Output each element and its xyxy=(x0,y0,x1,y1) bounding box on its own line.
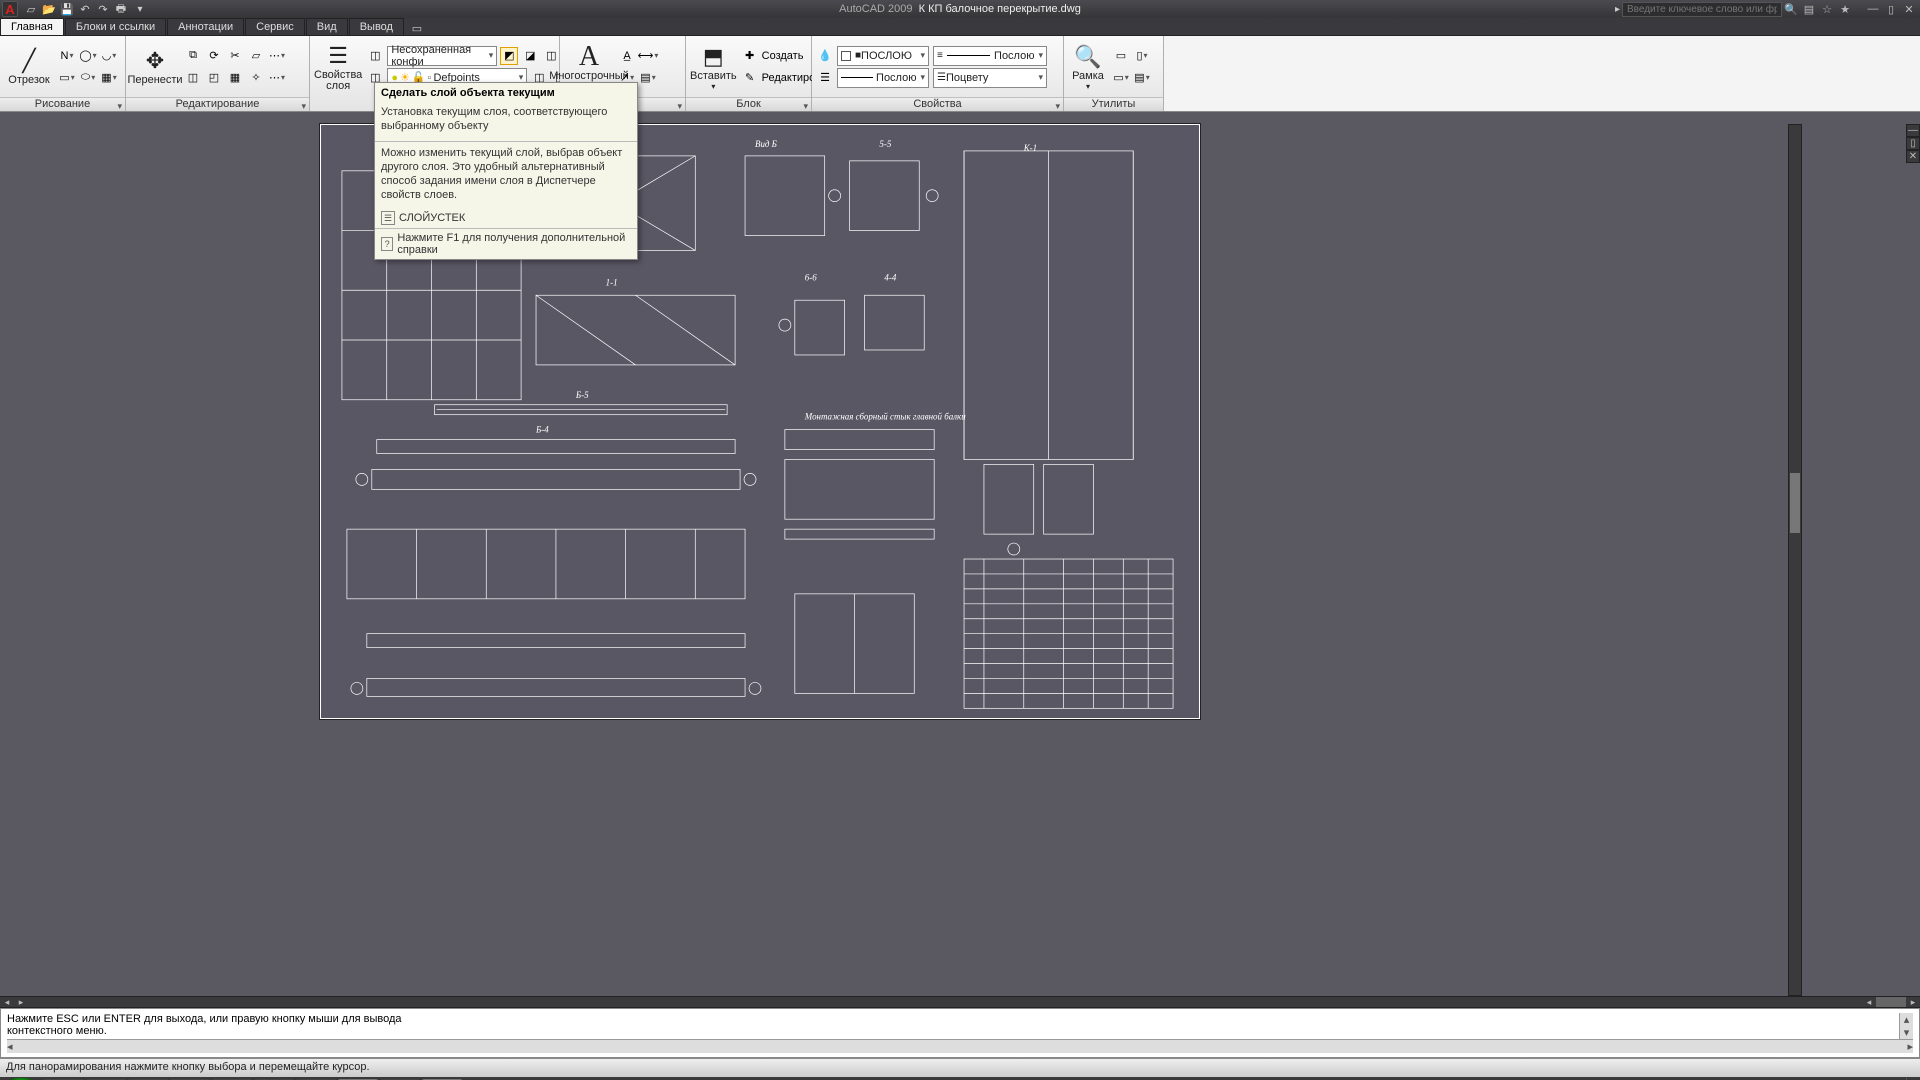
trim-icon[interactable]: ✂ xyxy=(226,47,244,65)
color-combo[interactable]: ■ ПОСЛОЮ▾ xyxy=(837,46,929,66)
print-icon[interactable]: 🖶 xyxy=(113,1,129,17)
rotate-icon[interactable]: ⟳ xyxy=(205,47,223,65)
table-icon[interactable]: ▤ xyxy=(639,69,657,87)
minimize-button[interactable]: — xyxy=(1865,2,1881,17)
canvas-scrollbar-v[interactable] xyxy=(1788,124,1802,996)
close-button[interactable]: ✕ xyxy=(1901,2,1917,17)
open-icon[interactable]: 📂 xyxy=(41,1,57,17)
status-bar: Для панорамирования нажмите кнопку выбор… xyxy=(0,1058,1920,1077)
command-line[interactable]: Нажмите ESC или ENTER для выхода, или пр… xyxy=(0,1008,1920,1058)
view-restore-icon[interactable]: ▯ xyxy=(1906,137,1920,150)
extended-tooltip: Сделать слой объекта текущим Установка т… xyxy=(374,82,638,260)
layer-props-button[interactable]: ☰Свойства слоя xyxy=(314,39,362,95)
layer-state-combo[interactable]: Несохраненная конфи▾ xyxy=(387,46,497,66)
svg-text:1-1: 1-1 xyxy=(606,277,618,287)
circle-icon[interactable]: ◯ xyxy=(79,47,97,65)
calc-icon[interactable]: ▤ xyxy=(1133,69,1151,87)
svg-text:5-5: 5-5 xyxy=(879,139,891,149)
favorites-icon[interactable]: ★ xyxy=(1837,2,1853,17)
help-search-input[interactable] xyxy=(1622,2,1782,17)
zoom-window-button[interactable]: 🔍Рамка▾ xyxy=(1068,39,1108,95)
help-icon: ? xyxy=(381,237,393,251)
text-style-icon[interactable]: A̲ xyxy=(618,47,636,65)
hscroll-right-icon[interactable]: ▸ xyxy=(1906,997,1920,1007)
explode-icon[interactable]: ✧ xyxy=(247,69,265,87)
panel-draw-label: Рисование xyxy=(35,98,90,110)
array-icon[interactable]: ▦ xyxy=(226,69,244,87)
mirror-icon[interactable]: ◫ xyxy=(184,69,202,87)
linetype-combo[interactable]: Послою▾ xyxy=(837,68,929,88)
layer-make-current-icon[interactable]: ◩ xyxy=(500,47,518,65)
app-menu-button[interactable]: A xyxy=(2,1,18,17)
more2-icon[interactable]: ⋯ xyxy=(268,69,286,87)
rectangle-icon[interactable]: ▭ xyxy=(58,69,76,87)
window-title: AutoCAD 2009 К КП балочное перекрытие.dw… xyxy=(839,3,1081,15)
select-icon[interactable]: ▭ xyxy=(1112,69,1130,87)
undo-icon[interactable]: ↶ xyxy=(77,1,93,17)
tab-annotations[interactable]: Аннотации xyxy=(167,18,244,35)
panel-block-label: Блок xyxy=(736,98,761,110)
tab-scroll-left-icon[interactable]: ◂ xyxy=(0,997,14,1007)
move-button[interactable]: ✥Перенести xyxy=(130,39,180,95)
polyline-icon[interactable]: Ν xyxy=(58,47,76,65)
tab-extra-icon[interactable]: ▭ xyxy=(405,20,429,35)
save-icon[interactable]: 💾 xyxy=(59,1,75,17)
ribbon: ╱Отрезок Ν ◯ ◡ ▭ ⬭ ▦ Рисование▾ ✥Перенес… xyxy=(0,36,1920,112)
panel-util-label: Утилиты xyxy=(1092,98,1136,110)
insert-button[interactable]: ⬒Вставить▾ xyxy=(690,39,737,95)
svg-text:Б-4: Б-4 xyxy=(535,425,549,435)
search-icon[interactable]: 🔍 xyxy=(1783,2,1799,17)
svg-text:Вид Б: Вид Б xyxy=(755,139,778,149)
svg-text:К-1: К-1 xyxy=(1023,143,1037,153)
svg-text:6-6: 6-6 xyxy=(805,272,817,282)
plotstyle-combo[interactable]: ☰ Поцвету▾ xyxy=(933,68,1047,88)
ellipse-icon[interactable]: ⬭ xyxy=(79,69,97,87)
erase-icon[interactable]: ▱ xyxy=(247,47,265,65)
tab-home[interactable]: Главная xyxy=(0,18,64,35)
hscroll-left-icon[interactable]: ◂ xyxy=(1862,997,1876,1007)
command-icon: ☰ xyxy=(381,211,395,225)
panel-props-label: Свойства xyxy=(913,98,961,110)
arc-icon[interactable]: ◡ xyxy=(100,47,118,65)
layer-tool4-icon[interactable]: ◫ xyxy=(542,47,560,65)
list-icon[interactable]: ☰ xyxy=(816,69,834,87)
tab-view[interactable]: Вид xyxy=(306,18,348,35)
match-props-icon[interactable]: 💧 xyxy=(816,47,834,65)
tab-tools[interactable]: Сервис xyxy=(245,18,305,35)
view-close-icon[interactable]: ✕ xyxy=(1906,150,1920,163)
svg-text:Монтажная сборный стык главной: Монтажная сборный стык главной балки xyxy=(804,412,966,422)
svg-text:Б-5: Б-5 xyxy=(575,390,589,400)
measure-icon[interactable]: ▭ xyxy=(1112,47,1130,65)
dim-icon[interactable]: ⟷ xyxy=(639,47,657,65)
fillet-icon[interactable]: ◰ xyxy=(205,69,223,87)
more1-icon[interactable]: ⋯ xyxy=(268,47,286,65)
lineweight-combo[interactable]: ≡ Послою▾ xyxy=(933,46,1047,66)
panel-edit-label: Редактирование xyxy=(176,98,260,110)
ribbon-tabs: Главная Блоки и ссылки Аннотации Сервис … xyxy=(0,18,1920,36)
new-icon[interactable]: ▱ xyxy=(23,1,39,17)
title-bar: A ▱ 📂 💾 ↶ ↷ 🖶 ▾ AutoCAD 2009 К КП балочн… xyxy=(0,0,1920,18)
svg-text:4-4: 4-4 xyxy=(884,272,896,282)
tab-blocks[interactable]: Блоки и ссылки xyxy=(65,18,166,35)
view-min-icon[interactable]: — xyxy=(1906,124,1920,137)
qat-more-icon[interactable]: ▾ xyxy=(132,1,148,17)
layer-tool3-icon[interactable]: ◪ xyxy=(521,47,539,65)
layer-tool1-icon[interactable]: ◫ xyxy=(366,47,384,65)
line-button[interactable]: ╱Отрезок xyxy=(4,39,54,95)
comm-icon[interactable]: ☆ xyxy=(1819,2,1835,17)
maximize-button[interactable]: ▯ xyxy=(1883,2,1899,17)
infocenter-icon[interactable]: ▤ xyxy=(1801,2,1817,17)
layout-tabs-row: ◂ ▸ ◂ ▸ xyxy=(0,996,1920,1008)
tab-scroll-right-icon[interactable]: ▸ xyxy=(14,997,28,1007)
hatch-icon[interactable]: ▦ xyxy=(100,69,118,87)
tab-output[interactable]: Вывод xyxy=(349,18,404,35)
paste-icon[interactable]: ▯ xyxy=(1133,47,1151,65)
redo-icon[interactable]: ↷ xyxy=(95,1,111,17)
copy-icon[interactable]: ⧉ xyxy=(184,47,202,65)
drawing-area[interactable]: — ▯ ✕ 2-2 Вид Б 5-5 К-1 1-1 6-6 xyxy=(0,112,1920,996)
